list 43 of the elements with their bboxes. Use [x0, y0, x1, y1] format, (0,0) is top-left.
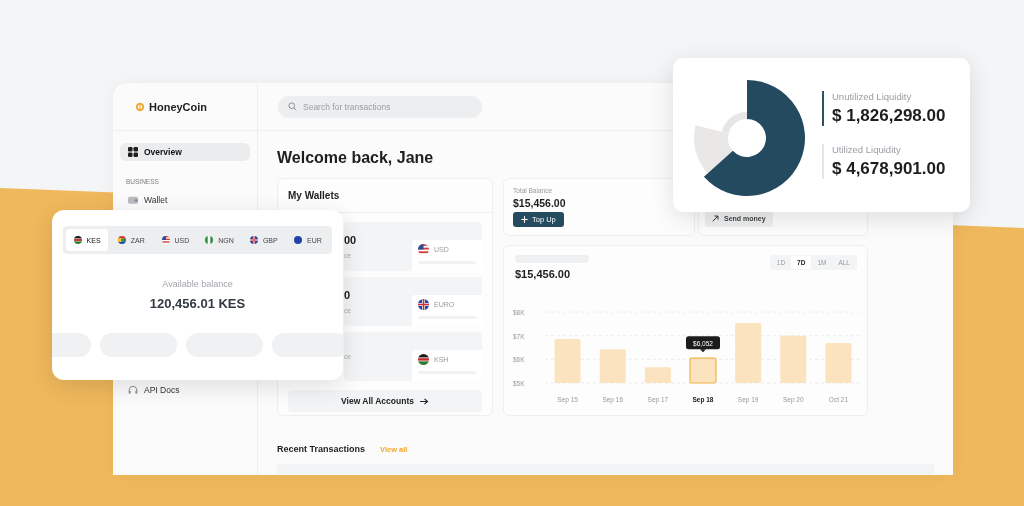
chart-bar[interactable]	[599, 349, 626, 383]
chart-bar[interactable]	[780, 335, 807, 383]
flag-icon	[161, 236, 170, 244]
flag-icon	[73, 236, 82, 244]
grid-icon	[128, 147, 138, 157]
arrow-icon	[419, 397, 429, 405]
stat-value: $ 4,678,901.00	[832, 159, 946, 179]
flag-icon	[117, 236, 126, 244]
sidebar-item[interactable]: Overview	[120, 143, 250, 161]
sidebar-item[interactable]: API Docs	[120, 381, 250, 399]
chart-bar[interactable]	[644, 367, 671, 383]
search-icon	[288, 102, 297, 111]
balance-amount: 120,456.01 KES	[149, 296, 246, 311]
coin-icon	[135, 101, 145, 112]
donut-ring	[721, 112, 747, 134]
section-heading: Recent Transactions	[277, 444, 366, 454]
search-field[interactable]: Search for transactions	[278, 95, 482, 118]
chart-bar[interactable]	[689, 357, 717, 384]
chart-bar[interactable]	[554, 339, 581, 383]
wallet-amount: 0	[344, 289, 351, 301]
flag-icon	[418, 299, 429, 310]
wallet-amount: 00	[344, 234, 357, 246]
welcome-heading: Welcome back, Jane	[277, 149, 434, 168]
stat-label: Utilized Liquidity	[832, 144, 902, 155]
sidebar-item[interactable]: Wallet	[120, 191, 250, 209]
chart-bar[interactable]	[825, 343, 852, 383]
balance-caption: Available balance	[162, 279, 233, 289]
chart-bar[interactable]	[735, 323, 762, 383]
chart-amount: $15,456.00	[515, 268, 572, 280]
view-all-accounts-button[interactable]: View All Accounts	[288, 390, 482, 412]
flag-icon	[418, 244, 429, 255]
flag-icon	[294, 236, 303, 244]
flag-icon	[249, 236, 258, 244]
flag-icon	[418, 354, 429, 365]
flag-icon	[205, 236, 214, 244]
wallet-icon	[128, 195, 138, 205]
stat-value: $ 1,826,298.00	[832, 106, 946, 126]
balance-amount: $15,456.00	[513, 197, 566, 209]
headset-icon	[128, 385, 138, 395]
stat-label: Unutilized Liquidity	[832, 91, 913, 102]
arrow-icon	[712, 215, 719, 222]
plus-icon	[521, 216, 528, 223]
app-logo: HoneyCoin	[149, 100, 208, 113]
